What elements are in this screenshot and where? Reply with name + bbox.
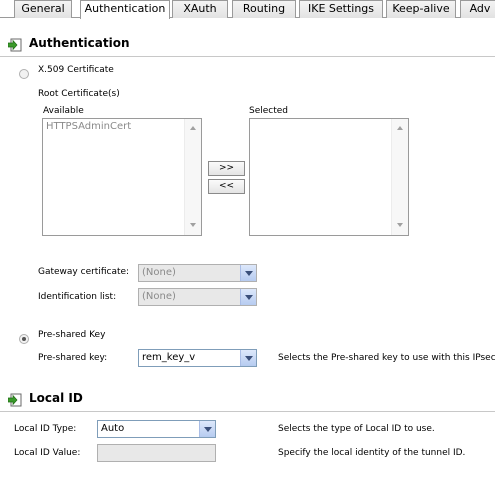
add-certificate-button[interactable]: >> bbox=[208, 161, 245, 176]
identification-list-label: Identification list: bbox=[38, 292, 117, 302]
scrollbar[interactable] bbox=[391, 119, 408, 235]
x509-radio[interactable] bbox=[19, 69, 29, 79]
arrow-into-box-icon bbox=[8, 38, 22, 52]
pre-shared-key-help: Selects the Pre-shared key to use with t… bbox=[278, 353, 495, 363]
local-id-value-input[interactable] bbox=[97, 444, 216, 462]
pre-shared-key-label: Pre-shared key: bbox=[38, 353, 108, 363]
root-certificates-label: Root Certificate(s) bbox=[38, 89, 120, 99]
arrow-into-box-icon bbox=[8, 393, 22, 407]
local-id-value-label: Local ID Value: bbox=[14, 448, 81, 458]
scroll-down-icon[interactable] bbox=[397, 223, 403, 227]
gateway-certificate-label: Gateway certificate: bbox=[38, 267, 130, 277]
pre-shared-key-radio[interactable] bbox=[19, 334, 29, 344]
tab-xauth[interactable]: XAuth bbox=[172, 0, 228, 18]
list-item[interactable]: HTTPSAdminCert bbox=[46, 121, 131, 132]
scroll-down-icon[interactable] bbox=[190, 223, 196, 227]
tab-general[interactable]: General bbox=[14, 0, 72, 18]
tab-advanced[interactable]: Adv bbox=[460, 0, 495, 18]
tab-ike-settings[interactable]: IKE Settings bbox=[299, 0, 383, 18]
x509-label: X.509 Certificate bbox=[38, 65, 114, 75]
authentication-section-header: Authentication bbox=[0, 34, 495, 56]
pre-shared-key-value: rem_key_v bbox=[142, 352, 196, 363]
tab-bar: General Authentication XAuth Routing IKE… bbox=[0, 0, 495, 19]
local-id-value-help: Specify the local identity of the tunnel… bbox=[278, 448, 466, 458]
local-id-type-label: Local ID Type: bbox=[14, 424, 77, 434]
identification-list-select[interactable]: (None) bbox=[138, 288, 257, 306]
chevron-down-icon[interactable] bbox=[240, 265, 256, 281]
pre-shared-key-select[interactable]: rem_key_v bbox=[138, 349, 257, 367]
available-label: Available bbox=[43, 106, 84, 116]
tab-keep-alive[interactable]: Keep-alive bbox=[386, 0, 456, 18]
selected-label: Selected bbox=[249, 106, 289, 116]
remove-certificate-button[interactable]: << bbox=[208, 179, 245, 194]
scroll-up-icon[interactable] bbox=[190, 126, 196, 130]
local-id-title: Local ID bbox=[29, 391, 83, 405]
gateway-certificate-value: (None) bbox=[142, 267, 176, 278]
local-id-type-select[interactable]: Auto bbox=[97, 420, 216, 438]
tab-authentication[interactable]: Authentication bbox=[80, 0, 170, 19]
local-id-section-header: Local ID bbox=[0, 389, 495, 411]
pre-shared-key-radio-label: Pre-shared Key bbox=[38, 330, 106, 340]
local-id-type-value: Auto bbox=[101, 423, 125, 434]
section-divider bbox=[0, 411, 495, 412]
chevron-down-icon[interactable] bbox=[240, 289, 256, 305]
scroll-up-icon[interactable] bbox=[397, 126, 403, 130]
gateway-certificate-select[interactable]: (None) bbox=[138, 264, 257, 282]
authentication-title: Authentication bbox=[29, 36, 130, 50]
local-id-type-help: Selects the type of Local ID to use. bbox=[278, 424, 435, 434]
available-certificates-list[interactable]: HTTPSAdminCert bbox=[42, 118, 202, 236]
chevron-down-icon[interactable] bbox=[199, 421, 215, 437]
identification-list-value: (None) bbox=[142, 291, 176, 302]
tab-routing[interactable]: Routing bbox=[232, 0, 296, 18]
selected-certificates-list[interactable] bbox=[249, 118, 409, 236]
scrollbar[interactable] bbox=[184, 119, 201, 235]
chevron-down-icon[interactable] bbox=[240, 350, 256, 366]
section-divider bbox=[0, 56, 495, 57]
